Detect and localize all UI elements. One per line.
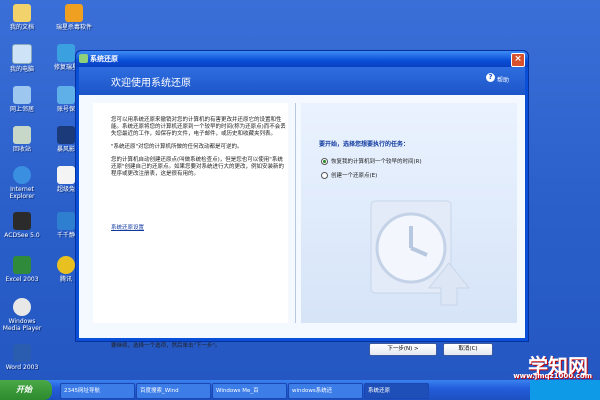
rabbit-icon: [57, 166, 75, 184]
start-button[interactable]: 开始: [0, 380, 52, 400]
option-restore-earlier[interactable]: 恢复我的计算机到一个较早的时间(R): [321, 157, 422, 165]
recycle-bin-icon: [13, 126, 31, 144]
taskbar-item[interactable]: windows系统还: [288, 383, 363, 399]
desktop-icon-my-documents[interactable]: 我的文档: [0, 4, 44, 31]
settings-link[interactable]: 系统还原设置: [111, 223, 144, 231]
desktop-icon-acdsee[interactable]: ACDSee 5.0: [0, 212, 44, 239]
media-player-icon: [13, 298, 31, 316]
window-title: 系统还原: [90, 55, 118, 63]
intro-paragraph: "系统还原"对您的计算机所做的任何改动都是可逆的。: [111, 144, 243, 150]
watermark-url: www.jmqz1000.com: [513, 372, 592, 380]
taskbar-item[interactable]: 百度搜索_Wind: [136, 383, 211, 399]
computer-icon: [12, 44, 32, 64]
system-restore-icon: [79, 54, 88, 63]
task-prompt: 要开始，选择您想要执行的任务：: [319, 141, 410, 148]
desktop-icon-excel[interactable]: Excel 2003: [0, 256, 44, 283]
clock-watermark-icon: [370, 200, 471, 306]
internet-explorer-icon: [13, 166, 31, 184]
intro-pane: 您可以用系统还原来撤销对您的计算机的有害更改并还原它的设置和性能。系统还原将您的…: [93, 103, 288, 349]
task-pane: 要开始，选择您想要执行的任务： 恢复我的计算机到一个较早的时间(R) 创建一个还…: [301, 103, 517, 356]
desktop-icon-word[interactable]: Word 2003: [0, 344, 44, 371]
help-icon[interactable]: ?: [486, 73, 495, 82]
desktop-icon-ie[interactable]: Internet Explorer: [0, 166, 44, 200]
pane-divider: [295, 103, 296, 323]
option-label: 恢复我的计算机到一个较早的时间(R): [331, 159, 422, 165]
system-tray: [530, 380, 600, 400]
help-link[interactable]: 帮助: [497, 75, 509, 84]
option-label: 创建一个还原点(E): [331, 173, 378, 179]
taskbar-item-active[interactable]: 系统还原: [364, 383, 429, 399]
account-icon: [57, 86, 75, 104]
footer-instruction: 要继续，选择一个选项，然后单击"下一步"。: [111, 343, 221, 349]
desktop-icon-my-computer[interactable]: 我的电脑: [0, 44, 44, 73]
banner: 欢迎使用系统还原 ? 帮助: [79, 67, 525, 95]
music-player-icon: [57, 212, 75, 230]
radio-unselected-icon[interactable]: [321, 172, 328, 179]
excel-icon: [13, 256, 31, 274]
next-button[interactable]: 下一步(N) >: [369, 343, 437, 356]
taskbar: 开始 2345网址导航 百度搜索_Wind Windows Me_百 windo…: [0, 380, 600, 400]
desktop-icon-media-player[interactable]: Windows Media Player: [0, 298, 44, 332]
tencent-icon: [57, 256, 75, 274]
cancel-button[interactable]: 取消(C): [443, 343, 493, 356]
intro-paragraph: 您可以用系统还原来撤销对您的计算机的有害更改并还原它的设置和性能。系统还原将您的…: [111, 117, 286, 137]
desktop-icon-network[interactable]: 网上邻居: [0, 86, 44, 113]
word-icon: [13, 344, 31, 362]
storm-player-icon: [57, 126, 75, 144]
close-button[interactable]: ×: [511, 53, 525, 67]
window-client: 欢迎使用系统还原 ? 帮助 您可以用系统还原来撤销对您的计算机的有害更改并还原它…: [79, 67, 525, 356]
desktop-icon-recycle-bin[interactable]: 回收站: [0, 126, 44, 153]
taskbar-item[interactable]: Windows Me_百: [212, 383, 287, 399]
folder-icon: [13, 4, 31, 22]
network-icon: [13, 86, 31, 104]
title-bar[interactable]: 系统还原 ×: [76, 51, 528, 67]
intro-paragraph: 您的计算机自动创建还原点(叫做系统检查点)，但是您也可以使用"系统还原"创建自己…: [111, 157, 285, 177]
radio-selected-icon[interactable]: [321, 158, 328, 165]
acdsee-icon: [13, 212, 31, 230]
banner-title: 欢迎使用系统还原: [111, 78, 191, 89]
desktop-icon-rising[interactable]: 瑞星杀毒软件: [44, 4, 104, 31]
taskbar-item[interactable]: 2345网址导航: [60, 383, 135, 399]
option-create-restore-point[interactable]: 创建一个还原点(E): [321, 171, 377, 179]
rising-antivirus-icon: [65, 4, 83, 22]
repair-icon: [57, 44, 75, 62]
system-restore-window: 系统还原 × 欢迎使用系统还原 ? 帮助 您可以用系统还原来撤销对您的计算机的有…: [75, 50, 529, 356]
